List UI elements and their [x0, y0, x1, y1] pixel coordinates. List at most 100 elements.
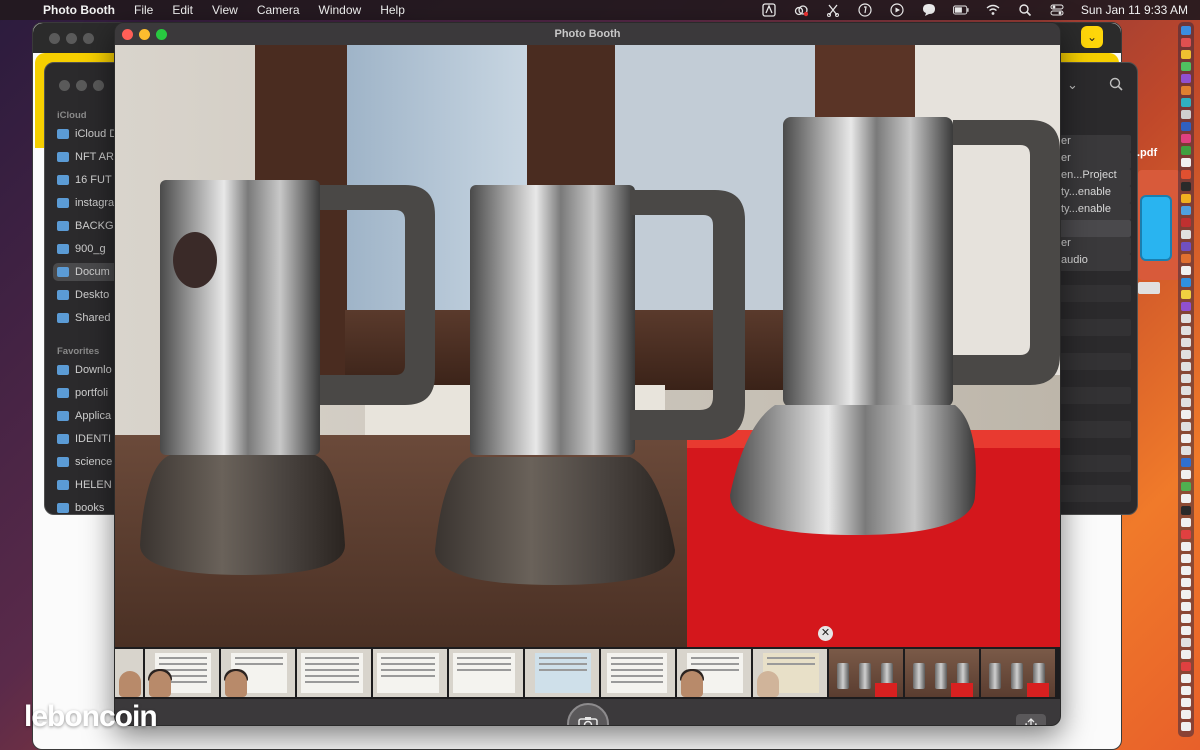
dock-app-icon[interactable] [1181, 374, 1191, 383]
dock-app-icon[interactable] [1181, 182, 1191, 191]
dock-app-icon[interactable] [1181, 218, 1191, 227]
dock-app-icon[interactable] [1181, 398, 1191, 407]
dock-app-icon[interactable] [1181, 122, 1191, 131]
file-row[interactable] [1059, 421, 1131, 438]
sidebar-item-documents[interactable]: Docum [53, 263, 123, 281]
dock-app-icon[interactable] [1181, 446, 1191, 455]
minimize-button[interactable] [139, 29, 150, 40]
dock-app-icon[interactable] [1181, 410, 1191, 419]
sidebar-item-folder[interactable]: NFT AR [57, 148, 117, 166]
photo-thumbnail[interactable] [449, 649, 523, 697]
file-row[interactable] [1059, 353, 1131, 370]
photo-thumbnail[interactable] [905, 649, 979, 697]
dock-app-icon[interactable] [1181, 50, 1191, 59]
file-row[interactable] [1059, 387, 1131, 404]
take-photo-button[interactable] [567, 703, 609, 725]
dock-app-icon[interactable] [1181, 698, 1191, 707]
file-row[interactable] [1059, 285, 1131, 302]
dock-app-icon[interactable] [1181, 386, 1191, 395]
menu-edit[interactable]: Edit [172, 3, 193, 17]
dock-app-icon[interactable] [1181, 74, 1191, 83]
close-button[interactable] [122, 29, 133, 40]
sidebar-item-folder[interactable]: science [57, 453, 117, 471]
message-icon[interactable] [921, 3, 937, 17]
dock-app-icon[interactable] [1181, 302, 1191, 311]
dock-app-icon[interactable] [1181, 338, 1191, 347]
dock-app-icon[interactable] [1181, 158, 1191, 167]
dock-app-icon[interactable] [1181, 434, 1191, 443]
dock-app-icon[interactable] [1181, 530, 1191, 539]
search-icon[interactable] [1017, 3, 1033, 17]
dock-app-icon[interactable] [1181, 26, 1191, 35]
menu-help[interactable]: Help [380, 3, 405, 17]
dock-app-icon[interactable] [1181, 518, 1191, 527]
sidebar-item-folder[interactable]: portfoli [57, 384, 117, 402]
pdf-file-label[interactable]: .pdf [1137, 147, 1157, 159]
dock-app-icon[interactable] [1181, 206, 1191, 215]
photo-thumbnail[interactable] [221, 649, 295, 697]
zoom-button-inactive[interactable] [83, 33, 94, 44]
app-menu[interactable]: Photo Booth [43, 3, 115, 17]
dock-app-icon[interactable] [1181, 242, 1191, 251]
control-center-icon[interactable] [1049, 3, 1065, 17]
file-row[interactable]: ty...enable [1059, 186, 1131, 203]
sidebar-item-desktop[interactable]: Deskto [57, 286, 117, 304]
dock-app-icon[interactable] [1181, 458, 1191, 467]
dock-app-icon[interactable] [1181, 314, 1191, 323]
sidebar-item-folder[interactable]: BACKG [57, 217, 117, 235]
dock-app-icon[interactable] [1181, 110, 1191, 119]
photo-thumbnail[interactable] [525, 649, 599, 697]
finder-minimize-button[interactable] [76, 80, 87, 91]
dock-app-icon[interactable] [1181, 554, 1191, 563]
dock-app-icon[interactable] [1181, 566, 1191, 575]
dock-app-icon[interactable] [1181, 542, 1191, 551]
photo-thumbnail[interactable] [145, 649, 219, 697]
finder-close-button[interactable] [59, 80, 70, 91]
delete-photo-button[interactable]: ✕ [818, 626, 833, 641]
menu-view[interactable]: View [212, 3, 238, 17]
dock-app-icon[interactable] [1181, 134, 1191, 143]
dock-app-icon[interactable] [1181, 146, 1191, 155]
photo-thumbnail[interactable] [373, 649, 447, 697]
file-row[interactable]: audio [1059, 254, 1131, 271]
dock-app-icon[interactable] [1181, 470, 1191, 479]
play-icon[interactable] [889, 3, 905, 17]
close-button-inactive[interactable] [49, 33, 60, 44]
dock-app-icon[interactable] [1181, 38, 1191, 47]
scissors-icon[interactable] [825, 3, 841, 17]
adobe-icon[interactable] [761, 3, 777, 17]
file-row[interactable] [1059, 220, 1131, 237]
file-row[interactable]: ty...enable [1059, 203, 1131, 220]
dock-app-icon[interactable] [1181, 290, 1191, 299]
dock-app-icon[interactable] [1181, 194, 1191, 203]
scroll-icon[interactable] [857, 3, 873, 17]
photo-thumbnail[interactable] [677, 649, 751, 697]
photo-thumbnail[interactable] [981, 649, 1055, 697]
dock-app-icon[interactable] [1181, 98, 1191, 107]
dock-app-icon[interactable] [1181, 650, 1191, 659]
photo-thumbnail[interactable] [297, 649, 371, 697]
dock-app-icon[interactable] [1181, 62, 1191, 71]
wifi-icon[interactable] [985, 3, 1001, 17]
sidebar-item-shared[interactable]: Shared [57, 309, 117, 327]
photo-thumbnail[interactable] [753, 649, 827, 697]
file-row[interactable]: er [1059, 237, 1131, 254]
dock-app-icon[interactable] [1181, 350, 1191, 359]
dock-app-icon[interactable] [1181, 662, 1191, 671]
file-row[interactable] [1059, 319, 1131, 336]
search-icon[interactable] [1109, 77, 1123, 94]
menu-file[interactable]: File [134, 3, 153, 17]
sidebar-item-folder[interactable]: books [57, 499, 117, 514]
finder-zoom-button[interactable] [93, 80, 104, 91]
sidebar-item-icloud-drive[interactable]: iCloud D [57, 125, 117, 143]
creative-cloud-icon[interactable] [793, 3, 809, 17]
dock-app-icon[interactable] [1181, 326, 1191, 335]
dock-app-icon[interactable] [1181, 482, 1191, 491]
sidebar-item-folder[interactable]: IDENTI [57, 430, 117, 448]
file-row[interactable]: er [1059, 152, 1131, 169]
photo-thumbnail-selected[interactable] [829, 649, 903, 697]
dock-app-icon[interactable] [1181, 638, 1191, 647]
dropbox-icon[interactable]: ⌄ [1067, 77, 1078, 93]
menubar-clock[interactable]: Sun Jan 11 9:33 AM [1081, 3, 1188, 17]
dock-app-icon[interactable] [1181, 722, 1191, 731]
